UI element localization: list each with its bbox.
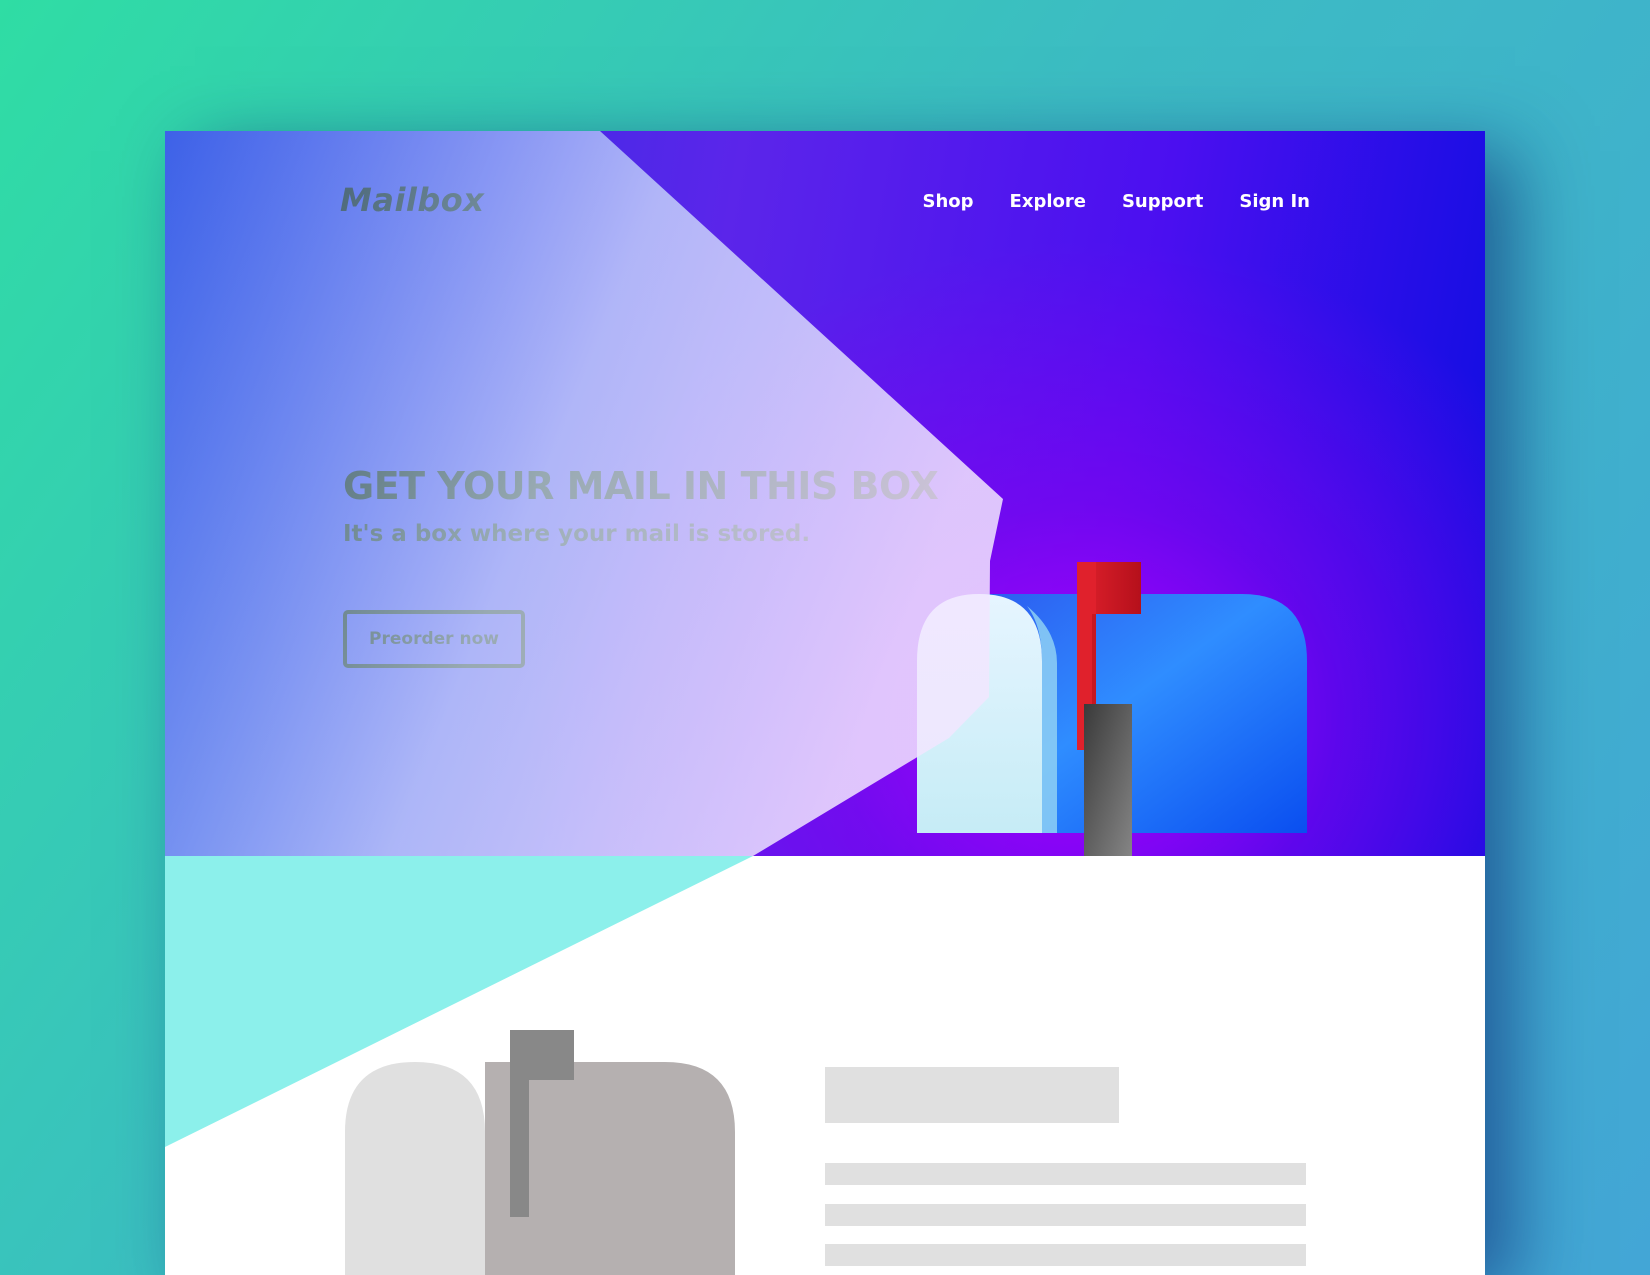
hero-section: Mailbox Shop Explore Support Sign In GET… (165, 131, 1485, 856)
hero-subhead: It's a box where your mail is stored. (343, 521, 811, 547)
nav-item-shop[interactable]: Shop (923, 191, 974, 212)
mailbox-icon (345, 1030, 735, 1275)
preorder-button[interactable]: Preorder now (343, 610, 525, 668)
hero-headline: GET YOUR MAIL IN THIS BOX (343, 464, 939, 508)
feature-text-placeholder (825, 1163, 1306, 1185)
brand-logo[interactable]: Mailbox (340, 181, 484, 219)
main-nav: Shop Explore Support Sign In (887, 191, 1310, 212)
feature-text-placeholder (825, 1204, 1306, 1226)
nav-item-support[interactable]: Support (1122, 191, 1203, 212)
nav-item-explore[interactable]: Explore (1010, 191, 1086, 212)
feature-title-placeholder (825, 1067, 1119, 1123)
mailbox-post (1084, 704, 1132, 856)
landing-page: Mailbox Shop Explore Support Sign In GET… (165, 131, 1485, 1275)
nav-item-sign-in[interactable]: Sign In (1239, 191, 1310, 212)
feature-text-placeholder (825, 1244, 1306, 1266)
